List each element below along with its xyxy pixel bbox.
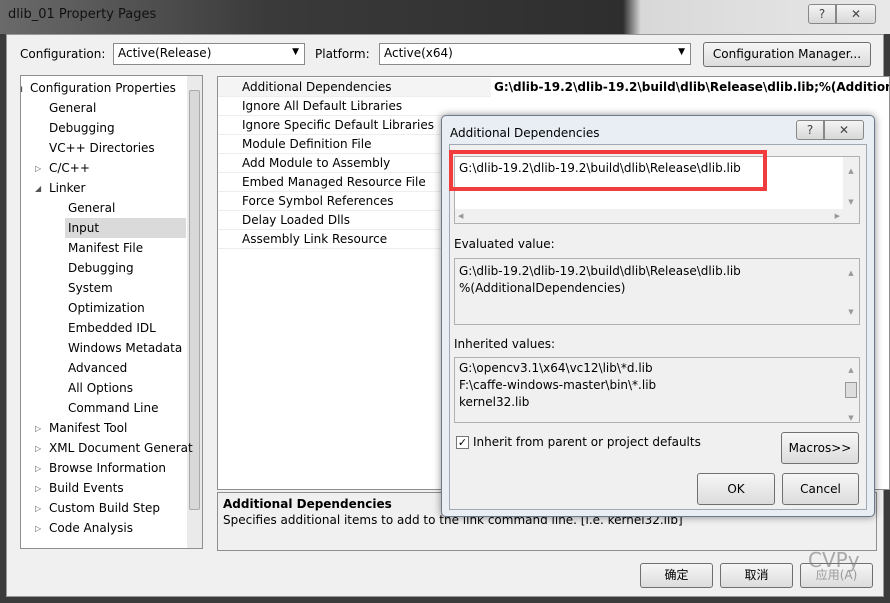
inherit-checkbox[interactable]: ✓ <box>456 436 469 449</box>
inherited-line: kernel32.lib <box>459 395 530 409</box>
edit-scrollbar[interactable]: ▲ ▼ <box>843 157 859 223</box>
inherited-line: G:\opencv3.1\x64\vc12\lib\*d.lib <box>459 361 653 375</box>
tree-item[interactable]: Debugging <box>65 258 186 278</box>
property-tree[interactable]: ◢Configuration PropertiesGeneralDebuggin… <box>20 75 203 549</box>
inherited-label: Inherited values: <box>454 337 555 351</box>
inherited-box: G:\opencv3.1\x64\vc12\lib\*d.lib F:\caff… <box>454 357 860 423</box>
collapsed-arrow-icon[interactable]: ▷ <box>35 504 41 513</box>
configuration-label: Configuration: <box>20 47 106 61</box>
additional-dependencies-dialog: Additional Dependencies ? ✕ G:\dlib-19.2… <box>441 115 875 517</box>
tree-item[interactable]: Windows Metadata <box>65 338 186 358</box>
tree-item[interactable]: Custom Build Step <box>46 498 186 518</box>
watermark: CVPy <box>808 548 860 572</box>
tree-item[interactable]: Manifest File <box>65 238 186 258</box>
help-button[interactable]: ? <box>808 4 836 24</box>
highlight-box <box>449 150 767 191</box>
tree-item[interactable]: VC++ Directories <box>46 138 186 158</box>
tree-item[interactable]: Manifest Tool <box>46 418 186 438</box>
evaluated-line: G:\dlib-19.2\dlib-19.2\build\dlib\Releas… <box>459 264 741 278</box>
dropdown-arrow-icon: ▼ <box>678 47 685 57</box>
collapsed-arrow-icon[interactable]: ▷ <box>35 424 41 433</box>
collapsed-arrow-icon[interactable]: ▷ <box>35 464 41 473</box>
platform-combo[interactable]: Active(x64) ▼ <box>379 43 691 65</box>
tree-item[interactable]: Build Events <box>46 478 186 498</box>
property-name[interactable]: Additional Dependencies <box>218 78 491 97</box>
evaluated-line: %(AdditionalDependencies) <box>459 281 626 295</box>
collapsed-arrow-icon[interactable]: ▷ <box>35 164 41 173</box>
configuration-manager-button[interactable]: Configuration Manager... <box>703 42 871 67</box>
dropdown-arrow-icon: ▼ <box>292 47 299 57</box>
macros-button[interactable]: Macros>> <box>781 432 859 464</box>
tree-item[interactable]: XML Document Generat <box>46 438 193 458</box>
collapsed-arrow-icon[interactable]: ▷ <box>35 524 41 533</box>
tree-item[interactable]: General <box>65 198 186 218</box>
expanded-arrow-icon[interactable]: ◢ <box>21 84 22 93</box>
cancel-button[interactable]: 取消 <box>720 563 793 588</box>
evaluated-label: Evaluated value: <box>454 237 555 251</box>
collapsed-arrow-icon[interactable]: ▷ <box>35 444 41 453</box>
edit-hscrollbar[interactable]: ◀ ▶ <box>455 209 843 223</box>
window-title: dlib_01 Property Pages <box>8 7 157 22</box>
tree-item[interactable]: Advanced <box>65 358 186 378</box>
dialog-ok-button[interactable]: OK <box>697 473 775 505</box>
platform-value: Active(x64) <box>384 46 453 60</box>
evaluated-box: G:\dlib-19.2\dlib-19.2\build\dlib\Releas… <box>454 258 860 325</box>
configuration-combo[interactable]: Active(Release) ▼ <box>113 43 305 65</box>
inherit-checkbox-label: Inherit from parent or project defaults <box>473 435 701 449</box>
property-value[interactable]: G:\dlib-19.2\dlib-19.2\build\dlib\Releas… <box>494 78 889 97</box>
ok-button[interactable]: 确定 <box>640 563 713 588</box>
inherited-line: F:\caffe-windows-master\bin\*.lib <box>459 378 657 392</box>
dialog-cancel-button[interactable]: Cancel <box>782 473 859 505</box>
expanded-arrow-icon[interactable]: ◢ <box>35 184 41 193</box>
tree-scrollbar[interactable] <box>187 76 202 548</box>
tree-item[interactable]: All Options <box>65 378 186 398</box>
dialog-close-button[interactable]: ✕ <box>824 120 864 140</box>
tree-item[interactable]: C/C++ <box>46 158 186 178</box>
tree-item[interactable]: Debugging <box>46 118 186 138</box>
close-button[interactable]: ✕ <box>836 4 876 24</box>
tree-item[interactable]: Optimization <box>65 298 186 318</box>
collapsed-arrow-icon[interactable]: ▷ <box>35 484 41 493</box>
tree-item[interactable]: Linker <box>46 178 186 198</box>
tree-item[interactable]: General <box>46 98 186 118</box>
evaluated-scrollbar[interactable]: ▲ ▼ <box>843 259 859 324</box>
tree-item[interactable]: Command Line <box>65 398 186 418</box>
property-value[interactable] <box>494 97 889 116</box>
configuration-value: Active(Release) <box>118 46 212 60</box>
dialog-help-button[interactable]: ? <box>796 120 824 140</box>
tree-item[interactable]: Embedded IDL <box>65 318 186 338</box>
inherited-scrollbar[interactable]: ▲ ▼ <box>843 358 859 422</box>
platform-label: Platform: <box>315 47 370 61</box>
tree-item[interactable]: Code Analysis <box>46 518 186 538</box>
property-name[interactable]: Ignore All Default Libraries <box>218 97 491 116</box>
tree-item[interactable]: Browse Information <box>46 458 186 478</box>
dialog-title: Additional Dependencies <box>450 126 600 140</box>
tree-item[interactable]: Configuration Properties <box>27 78 186 98</box>
tree-item[interactable]: Input <box>65 218 186 238</box>
tree-item[interactable]: System <box>65 278 186 298</box>
